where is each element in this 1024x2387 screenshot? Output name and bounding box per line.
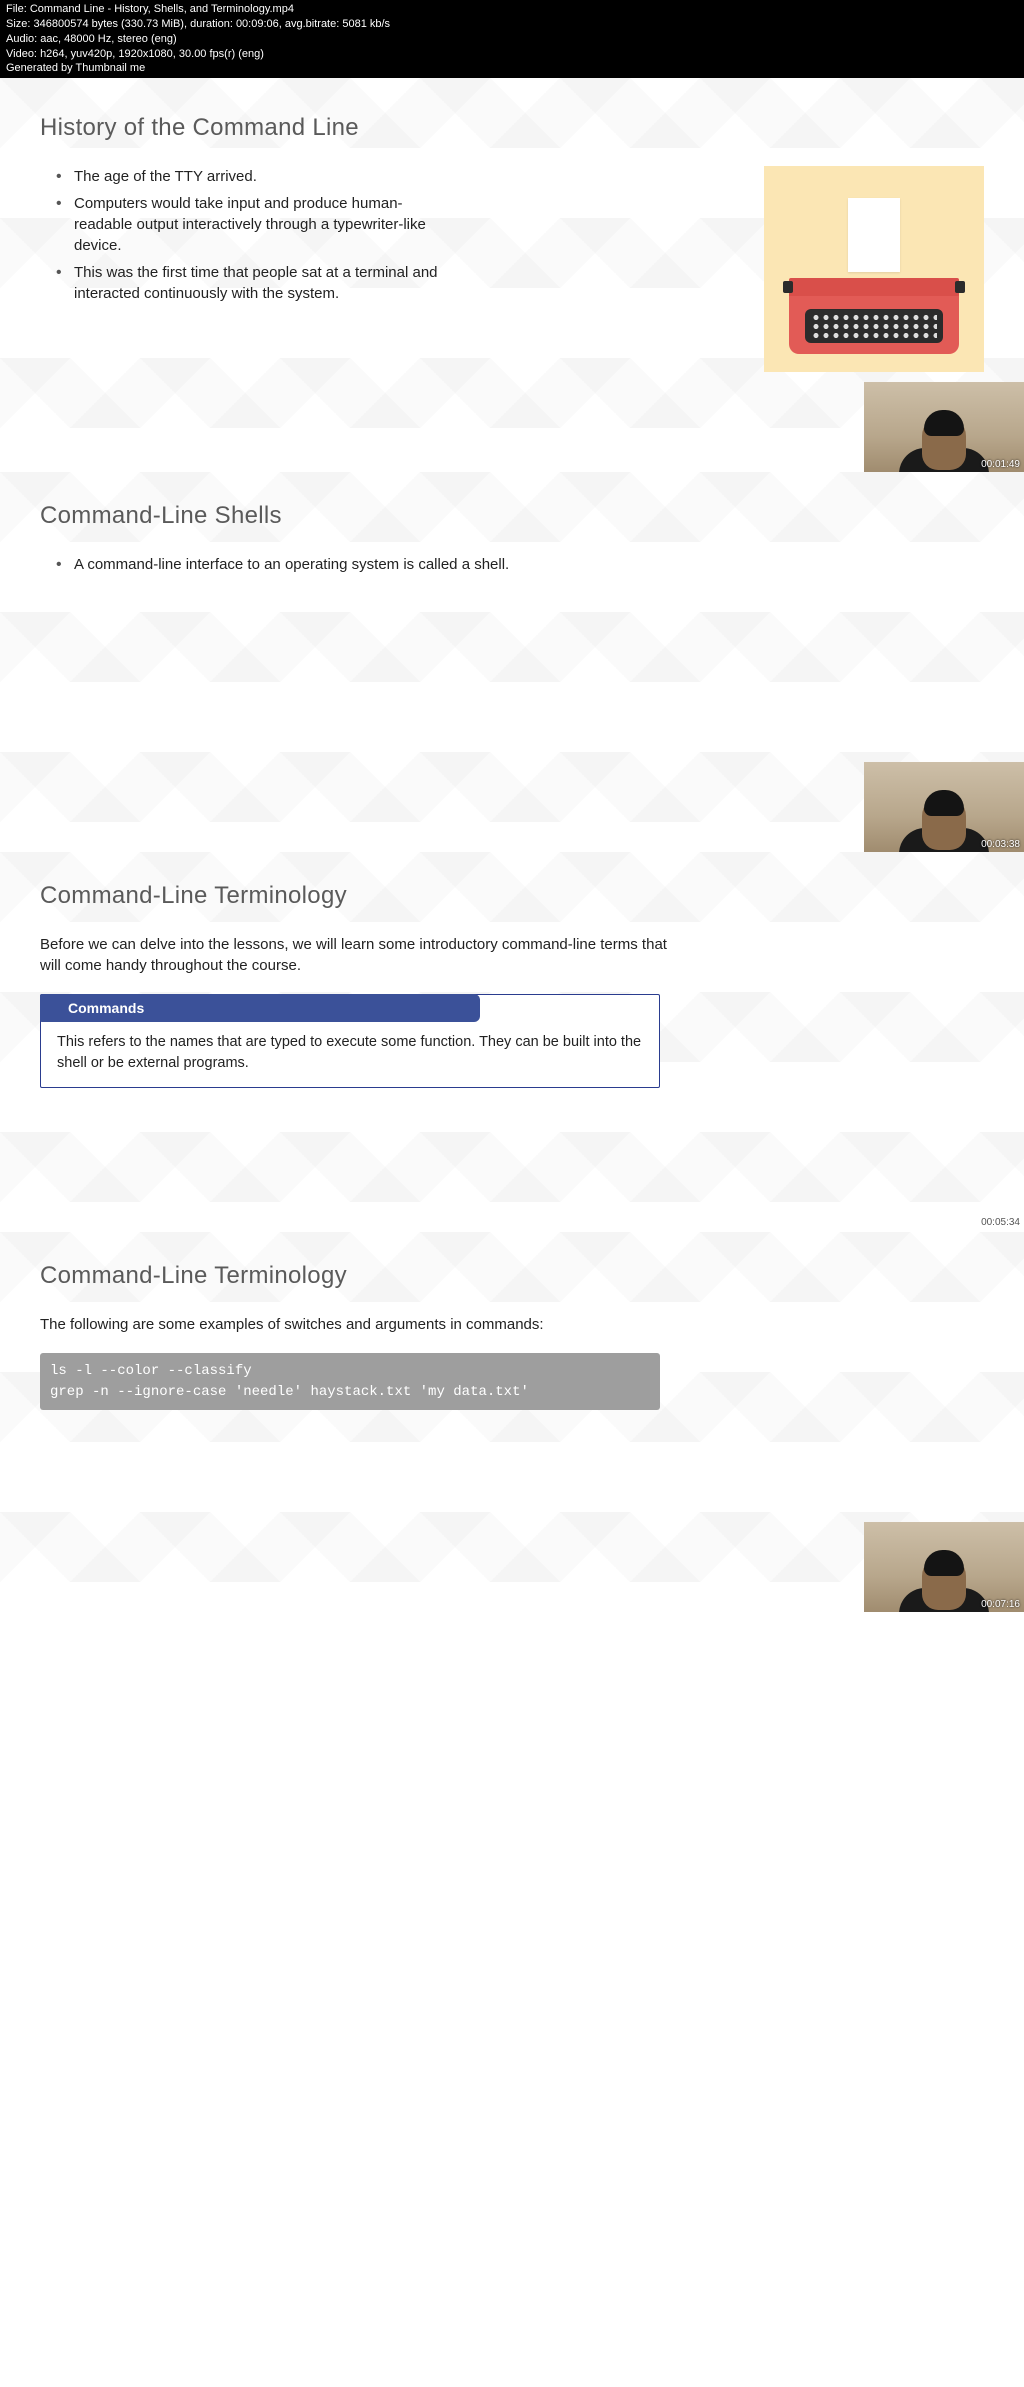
meta-video-line: Video: h264, yuv420p, 1920x1080, 30.00 f… — [6, 47, 1018, 62]
meta-size-value: 346800574 bytes (330.73 MiB), duration: … — [34, 18, 391, 30]
definition-box: Commands This refers to the names that a… — [40, 994, 660, 1088]
video-metadata-header: File: Command Line - History, Shells, an… — [0, 0, 1024, 78]
meta-size-label: Size: — [6, 18, 30, 30]
speaker-webcam-overlay: 00:01:49 — [864, 382, 1024, 472]
meta-audio-label: Audio: — [6, 33, 37, 45]
thumbnail-slide-4: Command-Line Terminology The following a… — [0, 1232, 1024, 1612]
bullet-list: The age of the TTY arrived. Computers wo… — [40, 166, 440, 304]
slide-title: Command-Line Terminology — [40, 1262, 984, 1290]
bullet-item: This was the first time that people sat … — [56, 262, 440, 304]
meta-file-value: Command Line - History, Shells, and Term… — [30, 3, 294, 15]
bullet-item: A command-line interface to an operating… — [56, 554, 660, 575]
slide-title: Command-Line Terminology — [40, 882, 984, 910]
definition-label: Commands — [40, 994, 480, 1022]
slide-title: History of the Command Line — [40, 114, 984, 142]
bullet-item: The age of the TTY arrived. — [56, 166, 440, 187]
slide-title: Command-Line Shells — [40, 502, 984, 530]
code-example: ls -l --color --classify grep -n --ignor… — [40, 1353, 660, 1410]
bullet-list: A command-line interface to an operating… — [40, 554, 660, 575]
bullet-item: Computers would take input and produce h… — [56, 193, 440, 256]
timestamp: 00:03:38 — [981, 839, 1020, 850]
timestamp: 00:07:16 — [981, 1599, 1020, 1610]
typewriter-illustration — [764, 166, 984, 372]
thumbnail-slide-3: Command-Line Terminology Before we can d… — [0, 852, 1024, 1232]
typewriter-roller — [789, 278, 959, 296]
thumbnail-slide-1: History of the Command Line The age of t… — [0, 78, 1024, 472]
timestamp: 00:05:34 — [981, 1217, 1020, 1228]
meta-video-value: h264, yuv420p, 1920x1080, 30.00 fps(r) (… — [40, 48, 264, 60]
definition-body: This refers to the names that are typed … — [41, 1022, 659, 1087]
timestamp: 00:01:49 — [981, 459, 1020, 470]
paper-icon — [848, 198, 900, 272]
meta-video-label: Video: — [6, 48, 37, 60]
speaker-webcam-overlay: 00:03:38 — [864, 762, 1024, 852]
thumbnail-slide-2: Command-Line Shells A command-line inter… — [0, 472, 1024, 852]
intro-text: Before we can delve into the lessons, we… — [40, 934, 680, 976]
speaker-webcam-overlay: 00:07:16 — [864, 1522, 1024, 1612]
intro-text: The following are some examples of switc… — [40, 1314, 680, 1335]
meta-file-label: File: — [6, 3, 27, 15]
meta-size-line: Size: 346800574 bytes (330.73 MiB), dura… — [6, 17, 1018, 32]
meta-generator-line: Generated by Thumbnail me — [6, 61, 1018, 76]
meta-audio-line: Audio: aac, 48000 Hz, stereo (eng) — [6, 32, 1018, 47]
meta-audio-value: aac, 48000 Hz, stereo (eng) — [40, 33, 176, 45]
meta-file-line: File: Command Line - History, Shells, an… — [6, 2, 1018, 17]
typewriter-keys — [805, 309, 943, 343]
